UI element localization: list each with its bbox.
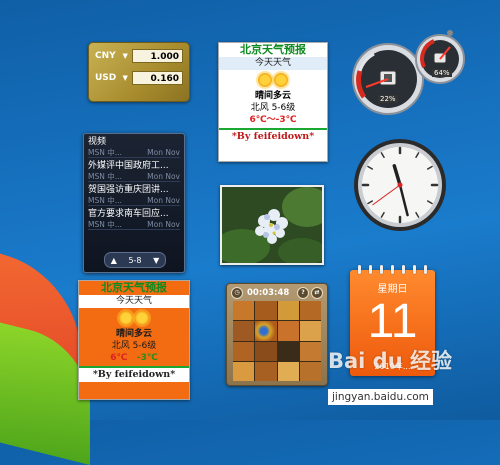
news-date: Mon Nov: [147, 148, 180, 157]
help-icon[interactable]: ?: [297, 287, 309, 299]
news-date: Mon Nov: [147, 196, 180, 205]
clock-gadget[interactable]: [350, 135, 450, 235]
news-item[interactable]: 视频 MSN 中... Mon Nov: [88, 134, 180, 158]
picture-puzzle-gadget[interactable]: ◷ 00:03:48 ? ⇄: [226, 283, 328, 386]
weather-condition: 晴间多云: [254, 91, 291, 101]
news-date: Mon Nov: [147, 172, 180, 181]
news-page: 5-8: [128, 255, 142, 265]
cpu-meter-gadget[interactable]: 22% 64%: [350, 27, 470, 117]
news-source: MSN 中...: [88, 220, 122, 229]
puzzle-tile[interactable]: [255, 321, 277, 341]
weather-credit: *By feifeidown*: [79, 366, 189, 382]
puzzle-grid: [233, 301, 321, 381]
currency-value-input[interactable]: 1.000: [131, 49, 183, 63]
flower-image: [222, 187, 322, 263]
currency-gadget[interactable]: CNY ▼ 1.000 USD ▼ 0.160: [88, 42, 190, 102]
slideshow-photo[interactable]: [220, 185, 324, 265]
temp-high: 6℃: [110, 353, 128, 363]
puzzle-tile[interactable]: [233, 361, 255, 381]
puzzle-empty-slot[interactable]: [277, 341, 299, 361]
puzzle-tile[interactable]: [233, 341, 255, 361]
watermark-url: jingyan.baidu.com: [328, 389, 433, 405]
weather-temp: 6℃～-3℃: [249, 115, 297, 125]
news-pager: ▲ 5-8 ▼: [104, 252, 166, 268]
currency-row-cny[interactable]: CNY ▼ 1.000: [95, 47, 183, 65]
weather-title: 北京天气预报: [101, 281, 167, 294]
puzzle-tile[interactable]: [277, 361, 299, 381]
currency-row-usd[interactable]: USD ▼ 0.160: [95, 69, 183, 87]
weather-temp: 6℃ -3℃: [79, 352, 189, 364]
weather-gadget[interactable]: 北京天气预报 今天天气 晴间多云 北风 5-6级 6℃～-3℃ *By feif…: [218, 42, 328, 162]
currency-code: USD: [95, 73, 117, 83]
puzzle-tile[interactable]: [299, 301, 321, 321]
next-arrow-icon[interactable]: ▼: [153, 256, 159, 265]
news-title[interactable]: 外媒评中国政府工...: [88, 160, 180, 172]
news-title[interactable]: 视频: [88, 136, 180, 148]
news-item[interactable]: 官方要求南车回应... MSN 中... Mon Nov: [88, 206, 180, 230]
shuffle-icon[interactable]: ⇄: [311, 287, 323, 299]
news-gadget[interactable]: 视频 MSN 中... Mon Nov 外媒评中国政府工... MSN 中... M…: [83, 133, 185, 273]
sunny-icon: [219, 70, 327, 90]
weather-wind: 北风 5-6级: [250, 103, 296, 113]
news-item[interactable]: 外媒评中国政府工... MSN 中... Mon Nov: [88, 158, 180, 182]
puzzle-tile[interactable]: [277, 321, 299, 341]
weather-day: 今天天气: [79, 295, 189, 308]
news-title[interactable]: 官方要求南车回应...: [88, 208, 180, 220]
cpu-percent: 22%: [378, 95, 398, 103]
sunny-icon: [79, 308, 189, 328]
news-source: MSN 中...: [88, 172, 122, 181]
puzzle-tile[interactable]: [299, 361, 321, 381]
currency-code: CNY: [95, 51, 116, 61]
puzzle-tile[interactable]: [233, 301, 255, 321]
puzzle-timer: 00:03:48: [247, 288, 290, 298]
news-title[interactable]: 贺国强访重庆团讲...: [88, 184, 180, 196]
currency-value-input[interactable]: 0.160: [131, 71, 183, 85]
dropdown-arrow-icon[interactable]: ▼: [122, 74, 127, 82]
news-source: MSN 中...: [88, 148, 122, 157]
watermark-logo: Bai du 经验: [328, 349, 452, 373]
puzzle-tile[interactable]: [299, 321, 321, 341]
puzzle-tile[interactable]: [255, 341, 277, 361]
weather-wind: 北风 5-6级: [111, 341, 157, 351]
memory-percent: 64%: [432, 69, 452, 77]
calendar-weekday: 星期日: [377, 284, 408, 295]
weather-credit: *By feifeidown*: [219, 128, 327, 144]
puzzle-tile[interactable]: [255, 361, 277, 381]
news-item[interactable]: 贺国强访重庆团讲... MSN 中... Mon Nov: [88, 182, 180, 206]
clock-icon: ◷: [231, 287, 243, 299]
calendar-day-number: 11: [367, 295, 418, 348]
news-date: Mon Nov: [147, 220, 180, 229]
puzzle-tile[interactable]: [299, 341, 321, 361]
news-source: MSN 中...: [88, 196, 122, 205]
prev-arrow-icon[interactable]: ▲: [111, 256, 117, 265]
puzzle-tile[interactable]: [255, 301, 277, 321]
weather-day: 今天天气: [219, 57, 327, 70]
weather-condition: 晴间多云: [115, 329, 152, 339]
weather-title: 北京天气预报: [240, 43, 306, 56]
puzzle-tile[interactable]: [277, 301, 299, 321]
weather-gadget-orange[interactable]: 北京天气预报 今天天气 晴间多云 北风 5-6级 6℃ -3℃ *By feif…: [78, 280, 190, 400]
puzzle-tile[interactable]: [233, 321, 255, 341]
temp-low: -3℃: [136, 353, 158, 363]
dropdown-arrow-icon[interactable]: ▼: [122, 52, 127, 60]
baidu-jingyan-watermark: Bai du 经验 jingyan.baidu.com: [328, 345, 500, 420]
